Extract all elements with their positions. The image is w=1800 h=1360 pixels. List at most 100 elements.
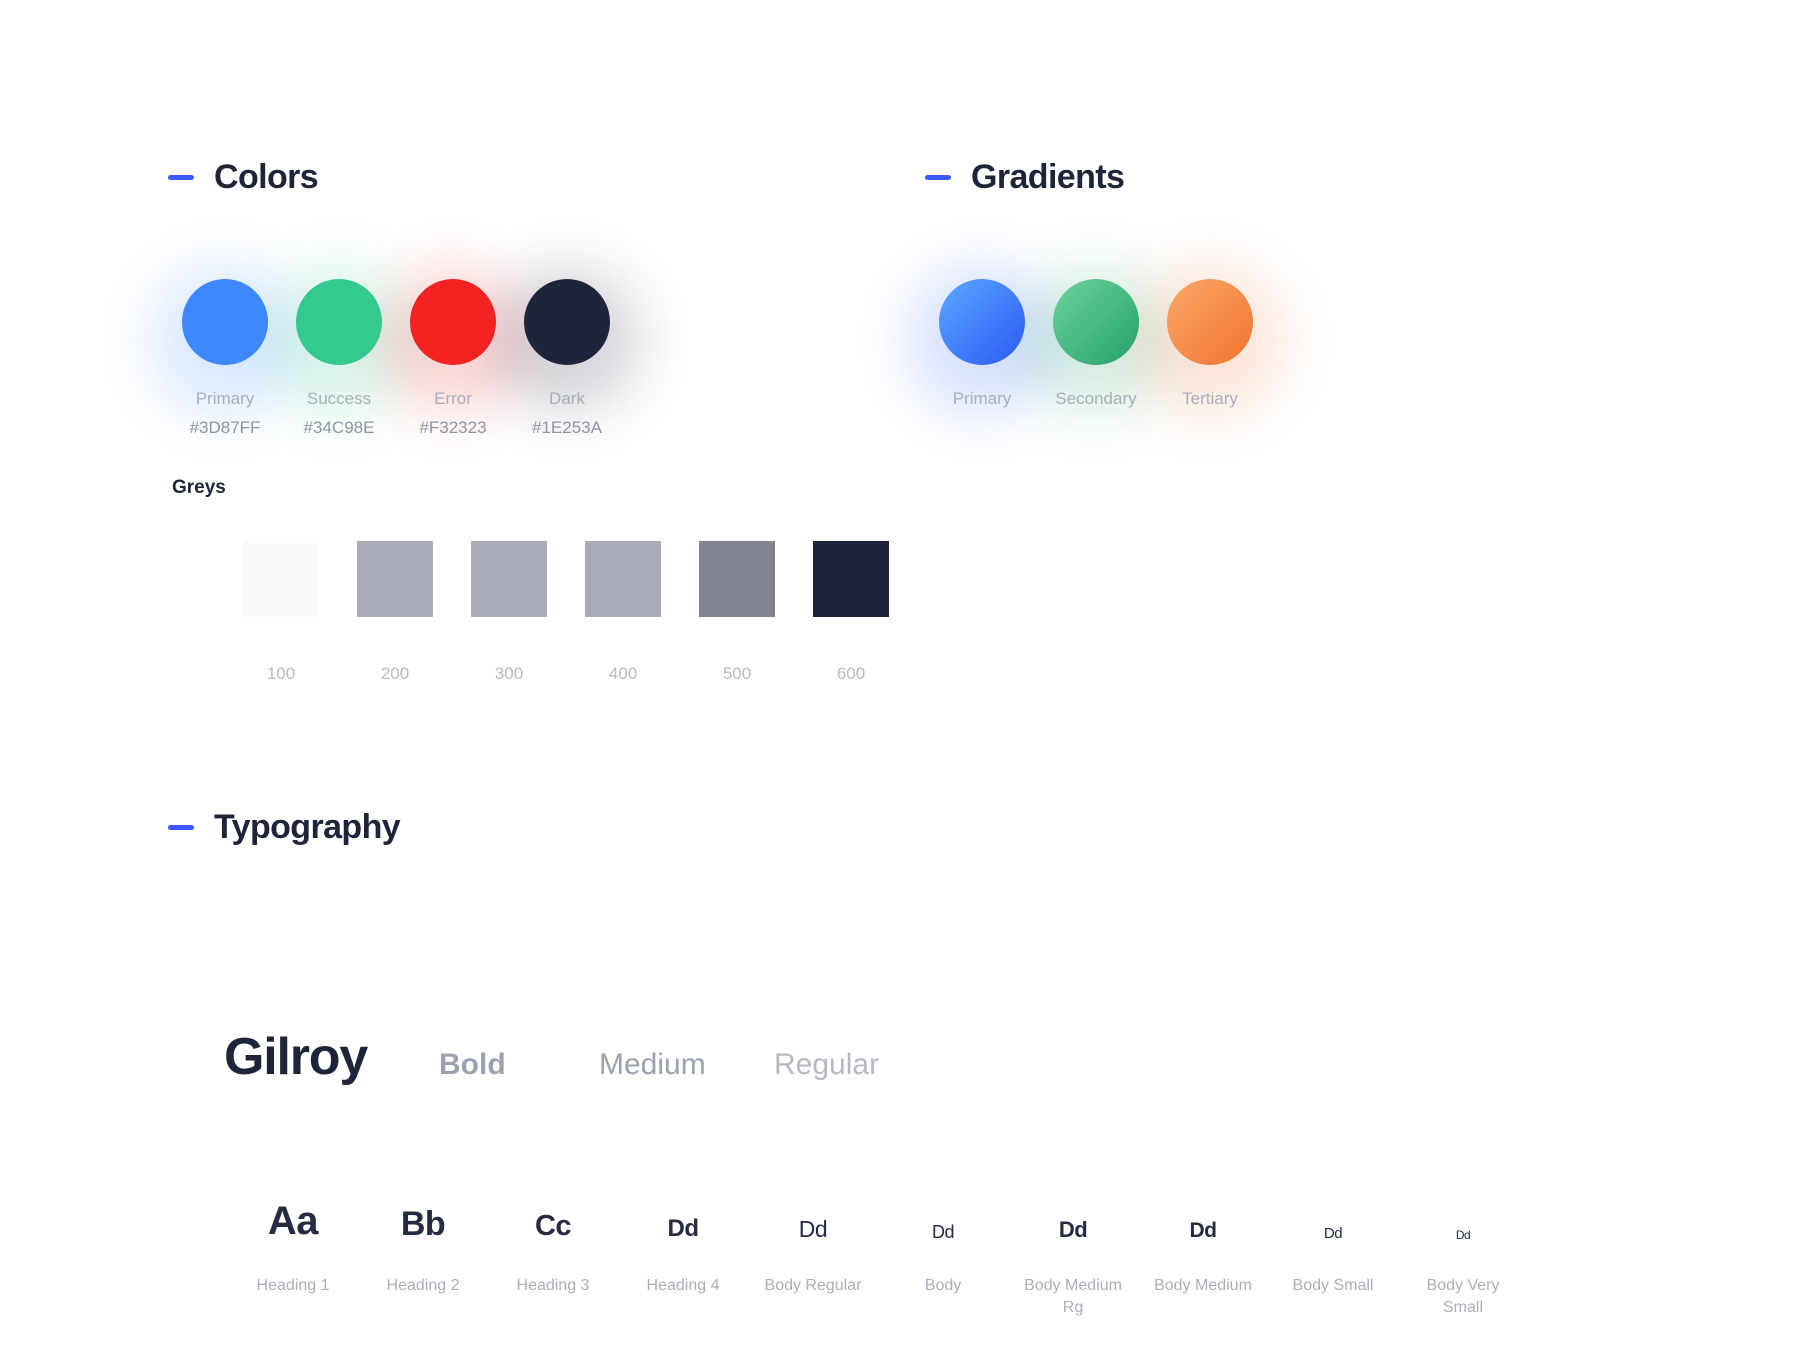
color-circle[interactable] <box>296 279 382 365</box>
grey-step-number: 600 <box>836 664 866 683</box>
grey-box[interactable] <box>699 541 775 617</box>
type-glyph-wrap: Dd <box>1323 1179 1343 1242</box>
type-scale-label: Body <box>924 1277 962 1294</box>
color-swatch[interactable]: Dark #1E253A <box>492 265 642 438</box>
color-circle[interactable] <box>410 279 496 365</box>
colors-section-header: Colors <box>168 158 624 197</box>
type-scale-item: Cc Heading 3 <box>488 1179 618 1318</box>
grey-swatch[interactable]: 400 <box>566 541 680 684</box>
type-scale-label: Heading 2 <box>386 1277 460 1294</box>
type-scale-label: Body Medium <box>1154 1277 1252 1294</box>
grey-swatch[interactable]: 300 <box>452 541 566 684</box>
type-scale-item: Dd Heading 4 <box>618 1179 748 1318</box>
font-family-row: Gilroy Bold Medium Regular <box>224 1027 1528 1087</box>
gradient-circle[interactable] <box>939 279 1025 365</box>
color-name: Dark <box>549 389 585 408</box>
type-scale-label: Body Very Small <box>1426 1277 1500 1316</box>
gradient-name: Secondary <box>1055 389 1137 408</box>
gradients-section: Gradients Primary Secondary Tertiary <box>907 158 1285 415</box>
typography-heading: Typography <box>214 808 401 846</box>
type-glyph-wrap: Cc <box>534 1179 572 1242</box>
grey-box[interactable] <box>243 541 319 617</box>
type-glyph-wrap: Dd <box>931 1179 955 1242</box>
color-hex: #3D87FF <box>189 418 261 437</box>
colors-section: Colors Primary #3D87FF Success #34C98E Error… <box>150 158 642 438</box>
gradient-circle[interactable] <box>1053 279 1139 365</box>
type-scale-label: Body Regular <box>764 1277 862 1294</box>
gradient-name: Tertiary <box>1182 389 1238 408</box>
type-scale-label: Heading 3 <box>516 1277 590 1294</box>
grey-box[interactable] <box>813 541 889 617</box>
grey-swatch[interactable]: 600 <box>794 541 908 684</box>
section-dash-icon <box>168 175 194 180</box>
type-scale-item: Dd Body Medium Rg <box>1008 1179 1138 1318</box>
type-glyph-wrap: Dd <box>1189 1179 1218 1242</box>
type-scale-item: Dd Body Small <box>1268 1179 1398 1318</box>
type-scale-row: Aa Heading 1 Bb Heading 2 Cc Heading 3 Dd Headi… <box>228 1179 1528 1318</box>
greys-label: Greys <box>172 477 226 498</box>
color-name: Success <box>306 389 372 408</box>
grey-step-number: 500 <box>722 664 752 683</box>
section-dash-icon <box>925 175 951 180</box>
grey-step-number: 300 <box>494 664 524 683</box>
type-glyph: Dd <box>1323 1225 1343 1242</box>
grey-swatch[interactable]: 100 <box>224 541 338 684</box>
type-glyph: Bb <box>400 1205 446 1243</box>
type-glyph: Dd <box>667 1215 700 1242</box>
grey-step-number: 100 <box>266 664 296 683</box>
type-scale-item: Dd Body <box>878 1179 1008 1318</box>
type-glyph: Dd <box>1058 1217 1088 1242</box>
color-hex: #1E253A <box>532 418 602 437</box>
font-weight-regular: Regular <box>774 1048 880 1081</box>
gradients-heading: Gradients <box>971 158 1125 196</box>
grey-step-number: 400 <box>608 664 638 683</box>
color-hex: #F32323 <box>419 418 487 437</box>
type-scale-label: Heading 1 <box>256 1277 330 1294</box>
grey-swatch[interactable]: 200 <box>338 541 452 684</box>
typography-section: Typography Gilroy Bold Medium Regular Aa… <box>168 808 1528 1318</box>
color-swatch[interactable]: Primary #3D87FF <box>150 265 300 438</box>
grey-box[interactable] <box>357 541 433 617</box>
type-glyph: Cc <box>534 1210 572 1242</box>
color-circle[interactable] <box>524 279 610 365</box>
section-dash-icon <box>168 825 194 830</box>
grey-box[interactable] <box>471 541 547 617</box>
greys-section: Greys 100 200 300 400 500 600 <box>172 477 908 684</box>
type-glyph: Dd <box>931 1222 955 1242</box>
grey-step-number: 200 <box>380 664 410 683</box>
type-glyph-wrap: Dd <box>667 1179 700 1242</box>
font-weight-medium: Medium <box>599 1048 706 1081</box>
type-glyph-wrap: Aa <box>267 1179 319 1243</box>
type-scale-item: Dd Body Very Small <box>1398 1179 1528 1318</box>
type-glyph: Dd <box>798 1216 828 1242</box>
type-scale-item: Dd Body Regular <box>748 1179 878 1318</box>
type-scale-item: Dd Body Medium <box>1138 1179 1268 1318</box>
color-swatch[interactable]: Error #F32323 <box>378 265 528 438</box>
type-glyph-wrap: Bb <box>400 1179 446 1243</box>
type-scale-label: Heading 4 <box>646 1277 720 1294</box>
type-glyph-wrap: Dd <box>798 1179 828 1242</box>
color-hex: #34C98E <box>303 418 375 437</box>
type-glyph-wrap: Dd <box>1456 1179 1471 1241</box>
type-glyph: Aa <box>267 1199 319 1243</box>
type-glyph-wrap: Dd <box>1058 1179 1088 1242</box>
type-scale-item: Aa Heading 1 <box>228 1179 358 1318</box>
grey-box[interactable] <box>585 541 661 617</box>
gradient-circle[interactable] <box>1167 279 1253 365</box>
gradient-swatch-row: Primary Secondary Tertiary <box>907 265 1285 415</box>
color-name: Primary <box>195 389 255 408</box>
gradient-name: Primary <box>952 389 1012 408</box>
font-weight-bold: Bold <box>439 1048 506 1081</box>
color-swatch[interactable]: Success #34C98E <box>264 265 414 438</box>
gradient-swatch[interactable]: Tertiary <box>1135 265 1285 415</box>
color-circle[interactable] <box>182 279 268 365</box>
type-scale-label: Body Medium Rg <box>1024 1277 1122 1316</box>
font-family-name: Gilroy <box>224 1028 368 1086</box>
greys-swatch-row: 100 200 300 400 500 600 <box>224 541 908 684</box>
colors-heading: Colors <box>214 158 319 196</box>
type-scale-item: Bb Heading 2 <box>358 1179 488 1318</box>
typography-section-header: Typography <box>168 808 1528 847</box>
color-swatch-row: Primary #3D87FF Success #34C98E Error #F32323… <box>150 265 642 438</box>
grey-swatch[interactable]: 500 <box>680 541 794 684</box>
type-glyph: Dd <box>1189 1219 1218 1242</box>
